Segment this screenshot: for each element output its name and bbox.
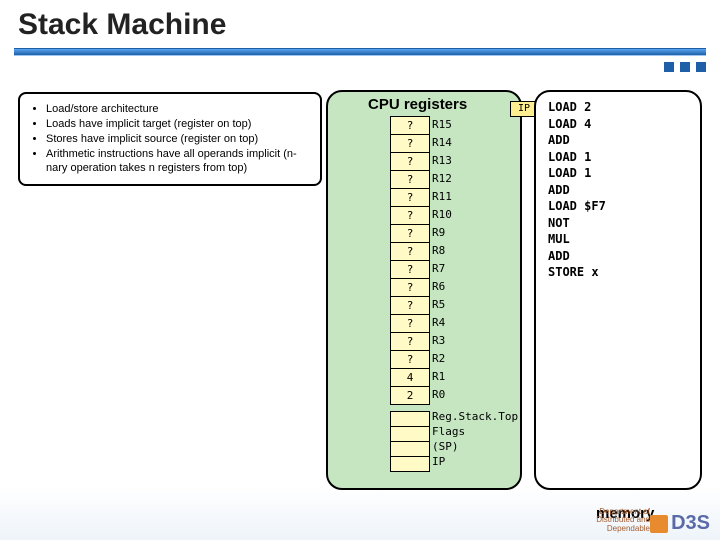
register-value: ?: [391, 135, 429, 153]
register-labels: R15 R14 R13 R12 R11 R10 R9 R8 R7 R6 R5 R…: [432, 116, 452, 404]
register-name: R8: [432, 242, 452, 260]
asm-line: LOAD 4: [548, 116, 606, 133]
bullet-list: Load/store architecture Loads have impli…: [30, 102, 310, 176]
register-value: ?: [391, 153, 429, 171]
extra-register-name: (SP): [432, 439, 518, 454]
register-name: R13: [432, 152, 452, 170]
asm-line: ADD: [548, 132, 606, 149]
register-value: ?: [391, 207, 429, 225]
register-value: ?: [391, 297, 429, 315]
register-name: R9: [432, 224, 452, 242]
register-value: ?: [391, 189, 429, 207]
bullet-item: Arithmetic instructions have all operand…: [46, 147, 310, 177]
d3s-logo: D3S: [650, 512, 710, 535]
register-name: R4: [432, 314, 452, 332]
register-value: ?: [391, 333, 429, 351]
asm-line: NOT: [548, 215, 606, 232]
register-name: R6: [432, 278, 452, 296]
extra-register-name: Flags: [432, 424, 518, 439]
asm-line: LOAD 2: [548, 99, 606, 116]
register-name: R2: [432, 350, 452, 368]
dept-text: Department ofDistributed andDependable: [596, 508, 650, 534]
extra-register-stack: [390, 411, 430, 472]
register-name: R11: [432, 188, 452, 206]
register-value: ?: [391, 261, 429, 279]
asm-line: MUL: [548, 231, 606, 248]
register-name: R10: [432, 206, 452, 224]
asm-code: LOAD 2 LOAD 4 ADD LOAD 1 LOAD 1 ADD LOAD…: [548, 99, 606, 281]
bullets-box: Load/store architecture Loads have impli…: [18, 92, 322, 186]
register-value: 2: [391, 387, 429, 404]
asm-line: LOAD 1: [548, 165, 606, 182]
extra-register-cell: [391, 412, 429, 427]
register-value: 4: [391, 369, 429, 387]
cpu-heading: CPU registers: [368, 96, 467, 113]
slide: Stack Machine Load/store architecture Lo…: [0, 0, 720, 540]
extra-register-name: Reg.Stack.Top: [432, 409, 518, 424]
register-name: R12: [432, 170, 452, 188]
register-value: ?: [391, 117, 429, 135]
register-name: R1: [432, 368, 452, 386]
register-name: R14: [432, 134, 452, 152]
d3s-text: D3S: [671, 512, 710, 535]
extra-register-cell: [391, 427, 429, 442]
register-stack: ? ? ? ? ? ? ? ? ? ? ? ? ? ? 4 2: [390, 116, 430, 405]
register-name: R15: [432, 116, 452, 134]
register-value: ?: [391, 351, 429, 369]
register-name: R3: [432, 332, 452, 350]
register-value: ?: [391, 171, 429, 189]
register-value: ?: [391, 225, 429, 243]
title-divider: [14, 48, 706, 56]
ellipsis-icon: [664, 62, 706, 72]
extra-register-cell: [391, 442, 429, 457]
extra-register-labels: Reg.Stack.Top Flags (SP) IP: [432, 409, 518, 469]
register-value: ?: [391, 315, 429, 333]
asm-line: ADD: [548, 182, 606, 199]
bullet-item: Load/store architecture: [46, 102, 310, 117]
slide-title: Stack Machine: [0, 0, 720, 42]
asm-line: STORE x: [548, 264, 606, 281]
register-value: ?: [391, 279, 429, 297]
asm-line: ADD: [548, 248, 606, 265]
bullet-item: Stores have implicit source (register on…: [46, 132, 310, 147]
extra-register-cell: [391, 457, 429, 471]
asm-line: LOAD 1: [548, 149, 606, 166]
register-name: R7: [432, 260, 452, 278]
cube-icon: [650, 515, 668, 533]
bullet-item: Loads have implicit target (register on …: [46, 117, 310, 132]
register-value: ?: [391, 243, 429, 261]
extra-register-name: IP: [432, 454, 518, 469]
register-name: R0: [432, 386, 452, 404]
register-name: R5: [432, 296, 452, 314]
asm-line: LOAD $F7: [548, 198, 606, 215]
